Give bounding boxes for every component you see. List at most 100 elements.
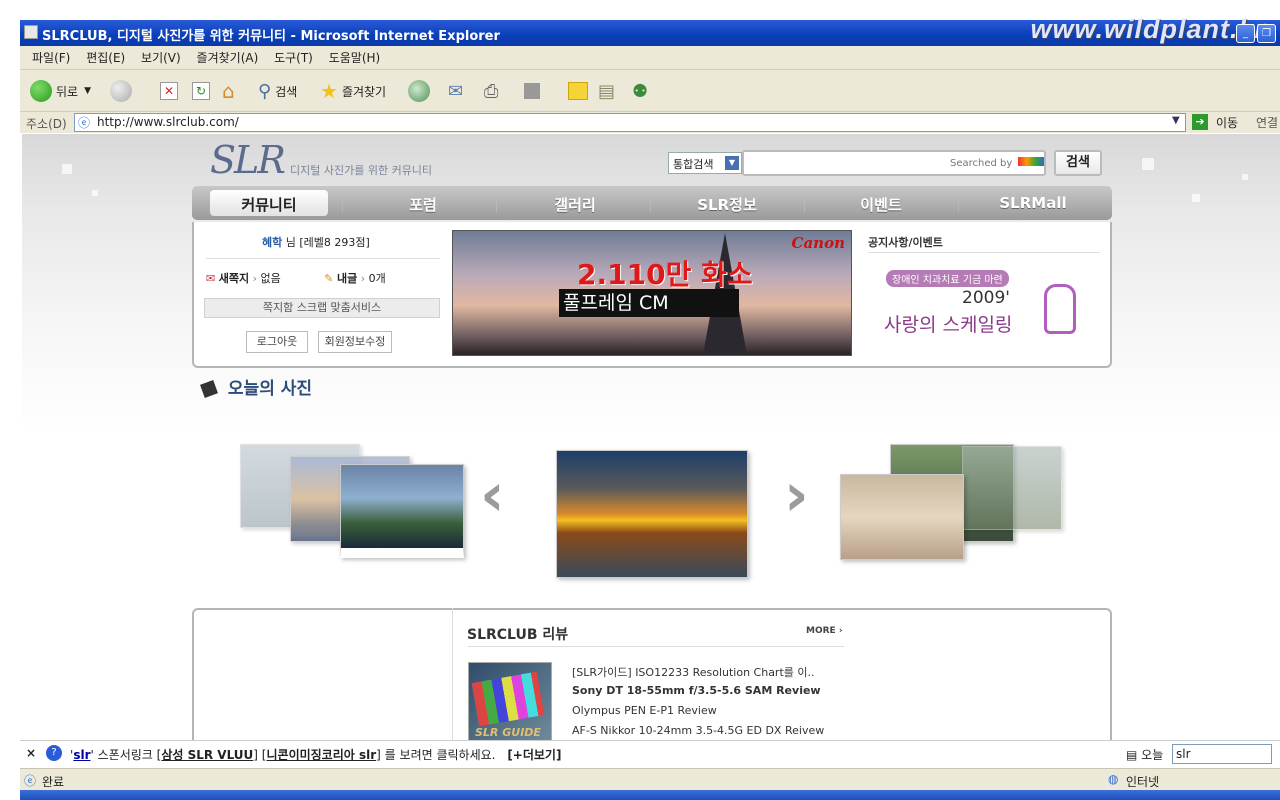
color-chart-image bbox=[471, 671, 545, 727]
pencil-icon: ✎ bbox=[324, 272, 334, 285]
menu-file[interactable]: 파일(F) bbox=[32, 46, 70, 70]
today-photo-title: 오늘의 사진 bbox=[200, 374, 312, 399]
canon-banner[interactable]: Canon 2.110만 화소 풀프레임 CM bbox=[452, 230, 852, 356]
print-button[interactable]: ⎙ bbox=[484, 78, 498, 104]
new-message-link[interactable]: 새쪽지 bbox=[219, 272, 249, 285]
magnifier-icon: ⚲ bbox=[258, 80, 272, 102]
page-done-icon: ⓔ bbox=[24, 774, 37, 788]
edit-button[interactable] bbox=[524, 78, 540, 104]
restore-button[interactable]: ❐ bbox=[1257, 24, 1276, 43]
go-button[interactable]: 이동 bbox=[1216, 114, 1238, 131]
forward-button[interactable] bbox=[110, 78, 132, 104]
stop-icon: ✕ bbox=[160, 82, 178, 100]
forward-arrow-icon bbox=[110, 80, 132, 102]
search-provider: Searched by bbox=[950, 157, 1044, 169]
home-button[interactable]: ⌂ bbox=[222, 78, 235, 104]
back-arrow-icon bbox=[30, 80, 52, 102]
chevron-down-icon[interactable]: ▼ bbox=[84, 86, 91, 96]
review-section-title: SLRCLUB 리뷰 bbox=[467, 627, 569, 643]
taskbar bbox=[20, 790, 1280, 800]
history-button[interactable] bbox=[408, 78, 430, 104]
site-search-button[interactable]: 검색 bbox=[1054, 150, 1102, 176]
help-icon: ? bbox=[46, 745, 62, 761]
review-more-link[interactable]: MORE › bbox=[806, 626, 843, 636]
menu-tools[interactable]: 도구(T) bbox=[274, 46, 313, 70]
globe-icon: ◍ bbox=[1108, 772, 1119, 786]
stop-button[interactable]: ✕ bbox=[160, 78, 178, 104]
security-zone: 인터넷 bbox=[1126, 775, 1160, 789]
daum-logo-icon bbox=[1017, 157, 1044, 166]
watermark: www.wildplant.kr bbox=[1030, 14, 1266, 44]
canon-logo: Canon bbox=[791, 234, 845, 252]
sponsor-text: 'slr' 스폰서링크 [삼성 SLR VLUU] [니콘이미징코리아 slr]… bbox=[70, 748, 562, 762]
photo-thumb[interactable] bbox=[340, 464, 464, 558]
messenger-button[interactable]: ⚉ bbox=[632, 78, 648, 104]
review-item[interactable]: AF-S Nikkor 10-24mm 3.5-4.5G ED DX Reive… bbox=[572, 724, 824, 737]
site-logo[interactable]: SLR bbox=[210, 138, 286, 182]
research-button[interactable]: ▤ bbox=[598, 78, 615, 104]
site-tagline: 디지털 사진가를 위한 커뮤니티 bbox=[290, 164, 433, 177]
notice-headline[interactable]: 사랑의 스케일링 bbox=[884, 310, 1012, 337]
user-info: 혜학 님 [레벨8 293점] bbox=[262, 236, 370, 249]
tooth-icon bbox=[1044, 284, 1076, 334]
toolbar: 뒤로 ▼ ✕ ↻ ⌂ ⚲ 검색 ★ 즐겨찾기 ✉ ⎙ ▤ ⚉ bbox=[20, 70, 1280, 112]
refresh-button[interactable]: ↻ bbox=[192, 78, 210, 104]
message-row: ✉ 새쪽지 › 없음 ✎ 내글 › 0개 bbox=[206, 272, 386, 285]
nav-gallery[interactable]: 갤러리 bbox=[500, 194, 650, 215]
review-thumbnail[interactable]: SLR GUIDE bbox=[468, 662, 552, 740]
favorites-button[interactable]: ★ 즐겨찾기 bbox=[320, 78, 386, 104]
edit-profile-button[interactable]: 회원정보수정 bbox=[318, 331, 392, 353]
notice-title[interactable]: 공지사항/이벤트 bbox=[868, 234, 943, 250]
search-toolbar-button[interactable]: ⚲ 검색 bbox=[258, 78, 297, 104]
minimize-button[interactable]: _ bbox=[1236, 24, 1255, 43]
banner-headline: 2.110만 화소 bbox=[577, 258, 753, 291]
discuss-button[interactable] bbox=[568, 78, 588, 104]
status-bar: ⓔ 완료 ◍ 인터넷 bbox=[20, 768, 1280, 790]
nav-forum[interactable]: 포럼 bbox=[348, 194, 498, 215]
review-item[interactable]: [SLR가이드] ISO12233 Resolution Chart를 이.. bbox=[572, 664, 815, 680]
mail-button[interactable]: ✉ bbox=[448, 78, 463, 104]
sponsor-link-samsung[interactable]: 삼성 SLR VLUU bbox=[161, 748, 253, 762]
close-infobar-button[interactable]: × bbox=[26, 746, 36, 760]
photo-thumb[interactable] bbox=[840, 474, 964, 560]
chevron-right-icon[interactable]: › bbox=[784, 460, 809, 530]
user-links[interactable]: 쪽지함 스크랩 맞춤서비스 bbox=[204, 298, 440, 318]
chevron-left-icon[interactable]: ‹ bbox=[480, 460, 505, 530]
logout-button[interactable]: 로그아웃 bbox=[246, 331, 308, 353]
chevron-down-icon[interactable]: ▼ bbox=[1172, 115, 1180, 126]
review-item[interactable]: Olympus PEN E-P1 Review bbox=[572, 704, 717, 717]
message-icon: ✉ bbox=[206, 272, 216, 285]
note-icon bbox=[568, 82, 588, 100]
nav-slr-info[interactable]: SLR정보 bbox=[652, 194, 802, 215]
printer-icon: ⎙ bbox=[484, 80, 499, 102]
featured-photo[interactable] bbox=[556, 450, 748, 578]
infobar-search-input[interactable]: slr bbox=[1172, 744, 1272, 764]
links-button[interactable]: 연결 bbox=[1256, 114, 1278, 131]
nav-community[interactable]: 커뮤니티 bbox=[194, 194, 344, 215]
my-posts-link[interactable]: 내글 bbox=[337, 272, 357, 285]
address-bar: 주소(D) ⓔ http://www.slrclub.com/ ▼ ➔ 이동 연… bbox=[20, 112, 1280, 133]
address-input[interactable]: ⓔ http://www.slrclub.com/ bbox=[74, 113, 1186, 132]
photo-thumb[interactable] bbox=[962, 446, 1062, 530]
back-button[interactable]: 뒤로 ▼ bbox=[30, 78, 91, 104]
menu-edit[interactable]: 편집(E) bbox=[86, 46, 125, 70]
window-title: SLRCLUB, 디지털 사진가를 위한 커뮤니티 - Microsoft In… bbox=[42, 29, 500, 44]
nav-slrmall[interactable]: SLRMall bbox=[958, 194, 1108, 212]
banner-subline: 풀프레임 CM bbox=[559, 289, 739, 317]
menu-favorites[interactable]: 즐겨찾기(A) bbox=[197, 46, 259, 70]
user-name[interactable]: 혜학 bbox=[262, 236, 282, 249]
search-scope-select[interactable]: 통합검색 ▼ bbox=[668, 152, 742, 174]
review-item[interactable]: Sony DT 18-55mm f/3.5-5.6 SAM Review bbox=[572, 684, 821, 697]
ie-page-icon: ⓔ bbox=[78, 116, 91, 130]
messenger-icon: ⚉ bbox=[632, 80, 649, 102]
nav-event[interactable]: 이벤트 bbox=[806, 194, 956, 215]
sponsor-link-nikon[interactable]: 니콘이미징코리아 slr bbox=[266, 748, 376, 762]
history-icon bbox=[408, 80, 430, 102]
more-sponsors-link[interactable]: [+더보기] bbox=[507, 748, 561, 762]
mail-icon: ✉ bbox=[448, 80, 464, 102]
home-icon: ⌂ bbox=[222, 79, 235, 103]
menu-view[interactable]: 보기(V) bbox=[141, 46, 181, 70]
sponsor-info-bar: × ? 'slr' 스폰서링크 [삼성 SLR VLUU] [니콘이미징코리아 … bbox=[20, 740, 1280, 767]
go-arrow-icon[interactable]: ➔ bbox=[1192, 114, 1208, 130]
menu-help[interactable]: 도움말(H) bbox=[329, 46, 381, 70]
